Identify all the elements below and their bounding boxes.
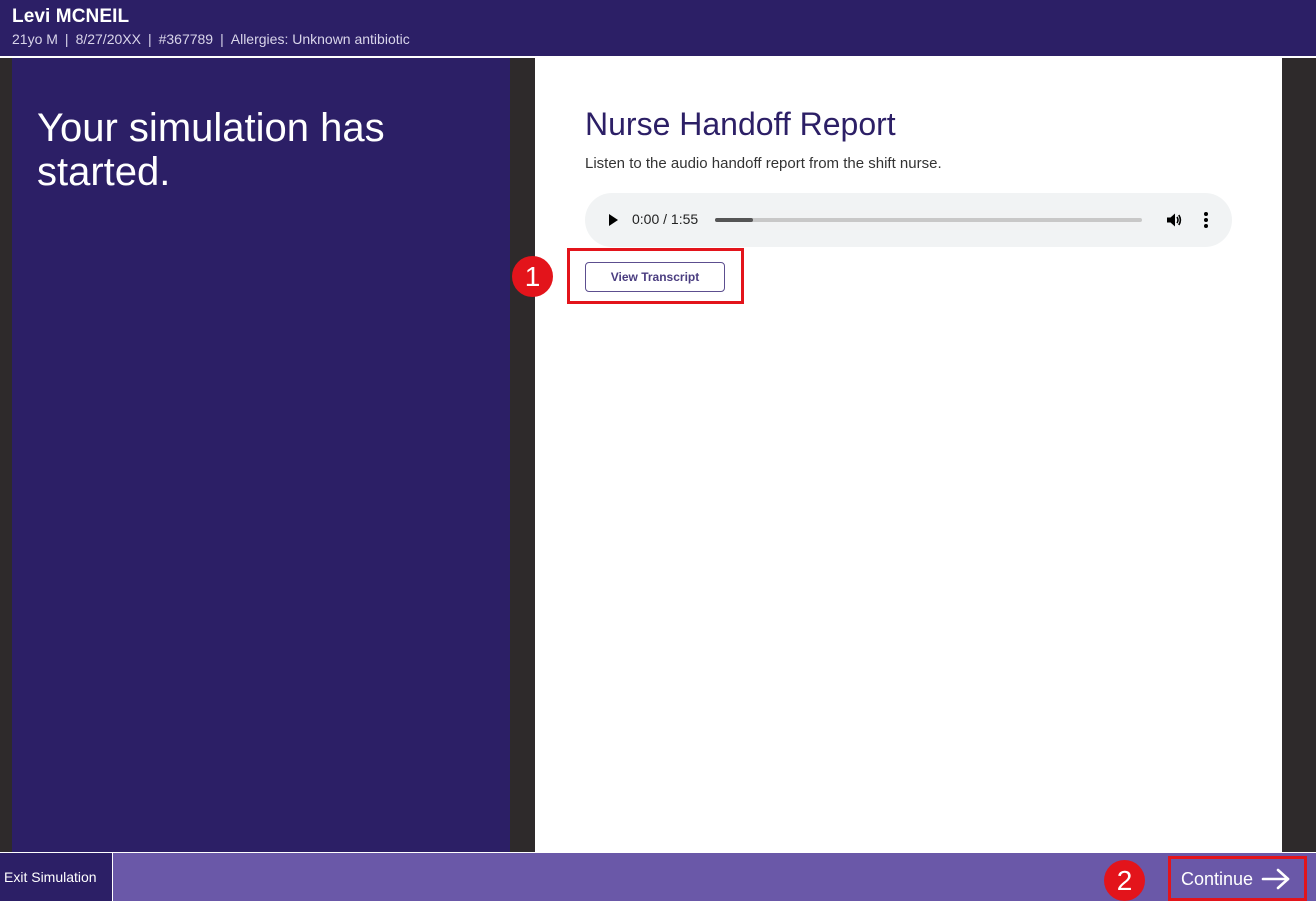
report-title: Nurse Handoff Report — [585, 106, 896, 142]
arrow-right-icon — [1261, 868, 1291, 890]
frame-edge-left — [0, 58, 12, 852]
exit-simulation-button[interactable]: Exit Simulation — [0, 853, 113, 901]
patient-age-sex: 21yo M — [12, 31, 58, 47]
meta-separator: | — [147, 31, 152, 47]
more-vertical-icon[interactable] — [1194, 208, 1218, 232]
annotation-marker-1: 1 — [512, 256, 553, 297]
audio-progress-slider[interactable] — [715, 218, 1142, 222]
meta-separator: | — [220, 31, 224, 47]
audio-time: 0:00 / 1:55 — [632, 211, 699, 227]
patient-allergies: Allergies: Unknown antibiotic — [230, 31, 410, 47]
view-transcript-button[interactable]: View Transcript — [585, 262, 725, 292]
volume-icon[interactable] — [1162, 208, 1186, 232]
panel-gutter — [510, 58, 535, 852]
meta-separator: | — [64, 31, 69, 47]
play-icon[interactable] — [601, 208, 625, 232]
simulation-started-heading: Your simulation has started. — [37, 106, 385, 194]
simulation-status-panel: Your simulation has started. — [12, 58, 510, 852]
annotation-marker-2: 2 — [1104, 860, 1145, 901]
report-instructions: Listen to the audio handoff report from … — [585, 155, 942, 172]
patient-name: Levi MCNEIL — [12, 6, 130, 27]
patient-dob: 8/27/20XX — [75, 31, 141, 47]
handoff-report-panel: Nurse Handoff Report Listen to the audio… — [535, 58, 1282, 852]
frame-edge-right — [1282, 58, 1316, 852]
patient-header: Levi MCNEIL 21yo M | 8/27/20XX | #367789 | All… — [0, 0, 1316, 56]
patient-mrn: #367789 — [158, 31, 214, 47]
patient-meta: 21yo M | 8/27/20XX | #367789 | Allergies: Unkn… — [12, 31, 410, 47]
continue-label: Continue — [1181, 868, 1254, 889]
audio-player: 0:00 / 1:55 — [585, 193, 1232, 247]
audio-progress-fill — [715, 218, 754, 222]
continue-button[interactable]: Continue — [1171, 859, 1304, 899]
